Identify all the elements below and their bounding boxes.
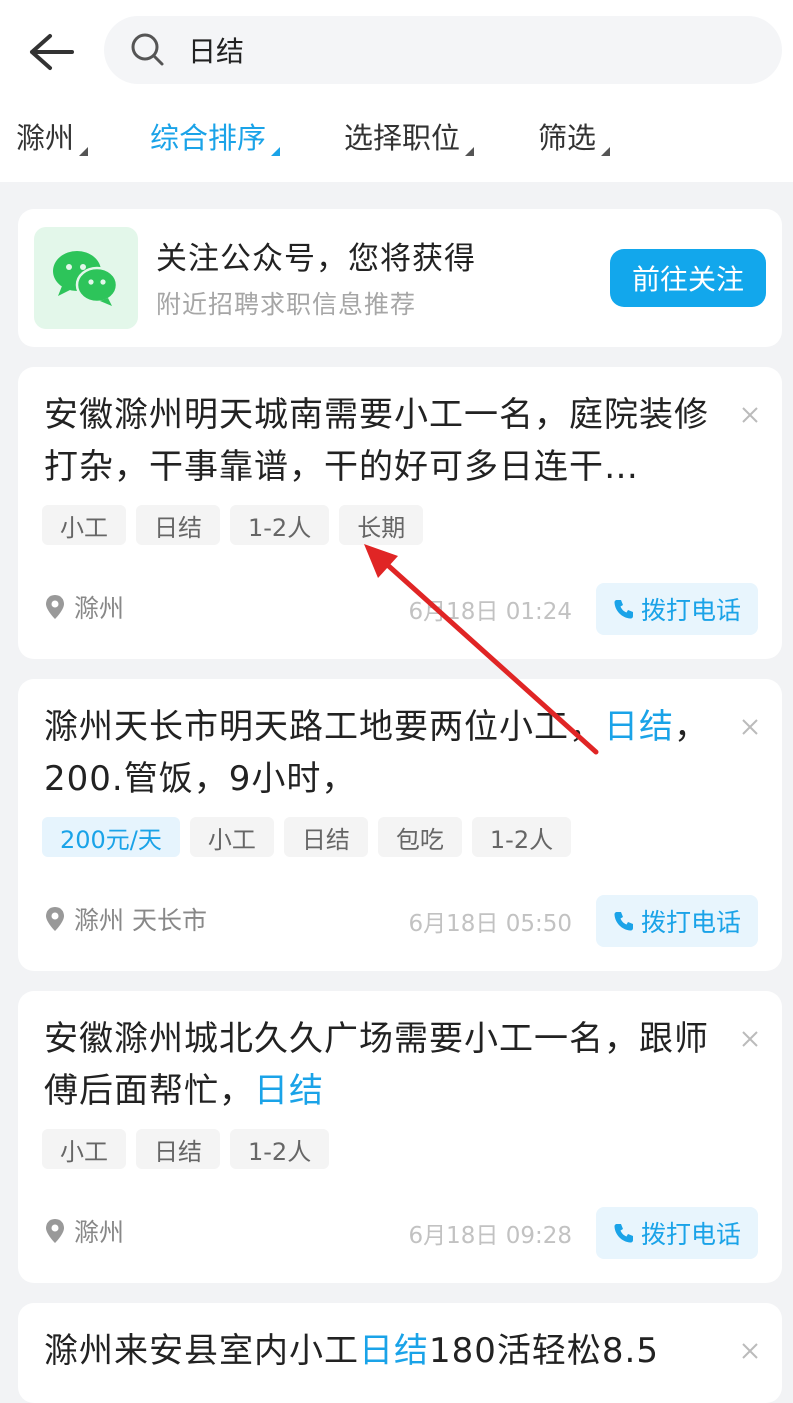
job-location: 滁州 — [44, 1213, 124, 1249]
job-title: 滁州天长市明天路工地要两位小工，日结，200.管饭，9小时， — [44, 701, 724, 805]
follow-banner: 关注公众号，您将获得 附近招聘求职信息推荐 前往关注 — [18, 209, 782, 347]
job-tag: 日结 — [283, 817, 368, 857]
job-tag: 日结 — [136, 505, 220, 545]
job-tag: 小工 — [42, 1129, 126, 1169]
dropdown-triangle-icon — [271, 147, 281, 156]
filter-position[interactable]: 选择职位 — [344, 104, 475, 168]
job-tag: 小工 — [189, 817, 274, 857]
job-tag: 小工 — [42, 505, 126, 545]
job-tag: 包吃 — [377, 817, 462, 857]
close-icon[interactable] — [736, 401, 764, 429]
job-location-text: 滁州 天长市 — [74, 906, 207, 935]
dropdown-triangle-icon — [465, 147, 475, 156]
filter-city[interactable]: 滁州 — [16, 104, 89, 168]
job-title-text: 滁州来安县室内小工 — [44, 1331, 359, 1371]
job-title-text: 安徽滁州城北久久广场需要小工一名，跟师傅后面帮忙， — [44, 1019, 709, 1111]
job-title-highlight: 日结 — [254, 1071, 324, 1111]
search-icon — [130, 32, 166, 68]
call-button[interactable]: 拨打电话 — [596, 895, 758, 947]
location-pin-icon — [44, 594, 66, 620]
job-title-highlight: 日结 — [604, 707, 674, 747]
job-location-text: 滁州 — [74, 1218, 125, 1247]
phone-icon — [613, 1222, 635, 1244]
job-time: 6月18日 09:28 — [408, 1223, 573, 1249]
job-location: 滁州 天长市 — [44, 901, 207, 937]
phone-icon — [613, 910, 635, 932]
banner-title: 关注公众号，您将获得 — [156, 241, 476, 277]
close-icon[interactable] — [736, 1025, 764, 1053]
call-button-label: 拨打电话 — [640, 596, 741, 625]
search-input[interactable]: 日结 — [188, 30, 244, 70]
job-title: 安徽滁州明天城南需要小工一名，庭院装修打杂，干事靠谱，干的好可多日连干… — [44, 389, 724, 493]
job-tag: 1-2人 — [471, 817, 572, 857]
job-tags: 小工 日结 1-2人 — [42, 1129, 330, 1169]
call-button-label: 拨打电话 — [640, 1220, 741, 1249]
location-pin-icon — [44, 1218, 66, 1244]
dropdown-triangle-icon — [601, 147, 611, 156]
call-button[interactable]: 拨打电话 — [596, 1207, 758, 1259]
filter-sort-label: 综合排序 — [150, 121, 267, 155]
job-title-text: 滁州天长市明天路工地要两位小工， — [44, 707, 604, 747]
top-bar: 日结 滁州 综合排序 选择职位 筛选 — [0, 0, 793, 182]
back-button[interactable] — [22, 28, 78, 76]
filter-screen[interactable]: 筛选 — [538, 104, 611, 168]
job-time: 6月18日 01:24 — [408, 599, 573, 625]
filter-bar: 滁州 综合排序 选择职位 筛选 — [0, 104, 793, 168]
job-card[interactable]: 安徽滁州城北久久广场需要小工一名，跟师傅后面帮忙，日结 小工 日结 1-2人 滁… — [18, 991, 782, 1283]
job-title-text: 180活轻松8.5 — [429, 1331, 659, 1371]
wechat-icon — [53, 251, 119, 306]
close-icon[interactable] — [736, 1337, 764, 1365]
phone-icon — [613, 598, 635, 620]
job-title-highlight: 日结 — [359, 1331, 429, 1371]
job-title-text: 安徽滁州明天城南需要小工一名，庭院装修打杂，干事靠谱，干的好可多日连干… — [44, 395, 709, 487]
dropdown-triangle-icon — [79, 147, 89, 156]
filter-sort[interactable]: 综合排序 — [150, 104, 281, 168]
job-tag: 1-2人 — [230, 1129, 330, 1169]
banner-subtitle: 附近招聘求职信息推荐 — [156, 290, 417, 319]
filter-screen-label: 筛选 — [538, 121, 597, 155]
job-title: 安徽滁州城北久久广场需要小工一名，跟师傅后面帮忙，日结 — [44, 1013, 724, 1117]
job-card[interactable]: 滁州来安县室内小工日结180活轻松8.5 — [18, 1303, 782, 1403]
salary-tag: 200元/天 — [42, 817, 180, 857]
job-tag: 1-2人 — [230, 505, 330, 545]
job-location-text: 滁州 — [74, 594, 125, 623]
job-tag: 日结 — [136, 1129, 220, 1169]
job-card[interactable]: 安徽滁州明天城南需要小工一名，庭院装修打杂，干事靠谱，干的好可多日连干… 小工 … — [18, 367, 782, 659]
location-pin-icon — [44, 906, 66, 932]
call-button[interactable]: 拨打电话 — [596, 583, 758, 635]
filter-city-label: 滁州 — [16, 121, 75, 155]
job-title: 滁州来安县室内小工日结180活轻松8.5 — [44, 1325, 724, 1377]
search-box[interactable]: 日结 — [104, 16, 782, 84]
follow-button[interactable]: 前往关注 — [610, 249, 766, 307]
close-icon[interactable] — [736, 713, 764, 741]
back-arrow-icon — [30, 34, 74, 70]
job-tag: 长期 — [339, 505, 424, 545]
call-button-label: 拨打电话 — [640, 908, 741, 937]
job-tags: 小工 日结 1-2人 长期 — [42, 505, 424, 545]
job-location: 滁州 — [44, 589, 124, 625]
job-tags: 200元/天 小工 日结 包吃 1-2人 — [42, 817, 572, 857]
filter-position-label: 选择职位 — [344, 121, 461, 155]
job-time: 6月18日 05:50 — [408, 911, 573, 937]
job-card[interactable]: 滁州天长市明天路工地要两位小工，日结，200.管饭，9小时， 200元/天 小工… — [18, 679, 782, 971]
wechat-logo — [34, 227, 138, 329]
